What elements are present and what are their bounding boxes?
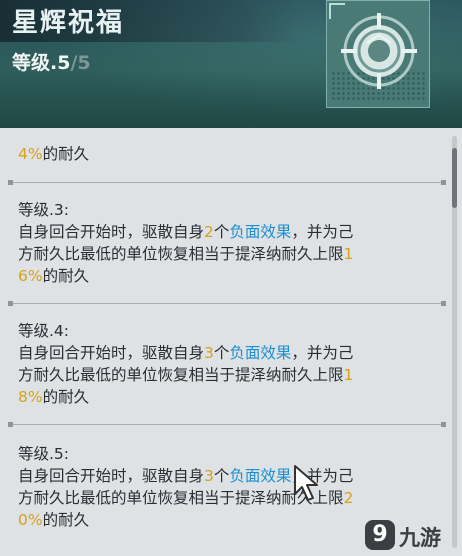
text-segment: 个 [213, 344, 230, 362]
keyword-link[interactable]: 负面效果 [229, 223, 291, 241]
level-4-line-1: 自身回合开始时，驱散自身3个负面效果，并为己 [18, 342, 353, 364]
text-segment: ，并为己 [291, 223, 354, 241]
text-segment: 自身回合开始时，驱散自身 [18, 223, 205, 241]
text-segment: 自身回合开始时，驱散自身 [18, 467, 205, 485]
skill-title: 星辉祝福 [12, 8, 125, 38]
highlight-number: 1 [343, 245, 354, 263]
keyword-link[interactable]: 负面效果 [229, 344, 291, 362]
text-segment: 自身回合开始时，驱散自身 [18, 344, 205, 362]
keyword-link[interactable]: 负面效果 [229, 467, 291, 485]
level-4-line-3: 8%的耐久 [18, 386, 89, 408]
text-segment: 的耐久 [42, 145, 90, 163]
text-segment: ，并为己 [291, 344, 354, 362]
level-max: 5 [77, 52, 91, 74]
text-segment: 的耐久 [42, 267, 90, 285]
highlight-number: 3 [204, 344, 214, 362]
highlight-number: 0% [18, 511, 43, 529]
highlight-number: 1 [343, 366, 354, 384]
text-segment: 的耐久 [42, 511, 90, 529]
highlight-number: 4% [18, 145, 43, 163]
text-segment: 方耐久比最低的单位恢复相当于提泽纳耐久上限 [18, 245, 344, 263]
level-4-line-2: 方耐久比最低的单位恢复相当于提泽纳耐久上限1 [18, 364, 353, 386]
highlight-number: 3 [204, 467, 214, 485]
highlight-number: 6% [18, 267, 43, 285]
crosshair-emblem-icon [341, 13, 417, 89]
level-3-line-1: 自身回合开始时，驱散自身2个负面效果，并为己 [18, 221, 353, 243]
text-segment: 个 [213, 223, 230, 241]
level-4-heading: 等级.4: [18, 322, 70, 340]
text-segment: 的耐久 [42, 388, 90, 406]
scrollbar-thumb[interactable] [452, 148, 457, 208]
skill-detail-panel: 星辉祝福 等级.5/5 4%的耐久 等级.3: 自身回合开始时，驱散自身2个负面… [0, 0, 462, 556]
highlight-number: 2 [204, 223, 214, 241]
entry-divider [8, 180, 446, 185]
level-current: 等级.5 [12, 52, 71, 74]
entry-partial-line-1: 4%的耐久 [18, 143, 89, 165]
level-5-heading: 等级.5: [18, 445, 70, 463]
level-3-line-3: 6%的耐久 [18, 265, 89, 287]
mouse-cursor-icon [294, 465, 318, 501]
entry-divider [8, 422, 446, 427]
skill-header: 星辉祝福 等级.5/5 [0, 0, 462, 128]
watermark-name: 九游 [399, 526, 441, 550]
highlight-number: 8% [18, 388, 43, 406]
entry-divider [8, 301, 446, 306]
highlight-number: 2 [343, 489, 354, 507]
watermark: 9 九游 [365, 520, 457, 550]
text-segment: 方耐久比最低的单位恢复相当于提泽纳耐久上限 [18, 366, 344, 384]
skill-level: 等级.5/5 [12, 48, 91, 75]
level-3-line-2: 方耐久比最低的单位恢复相当于提泽纳耐久上限1 [18, 243, 353, 265]
watermark-logo: 9 [365, 520, 395, 550]
level-3-heading: 等级.3: [18, 201, 70, 219]
text-segment: 个 [213, 467, 230, 485]
level-5-line-3: 0%的耐久 [18, 509, 89, 531]
skill-icon-frame [326, 0, 430, 108]
